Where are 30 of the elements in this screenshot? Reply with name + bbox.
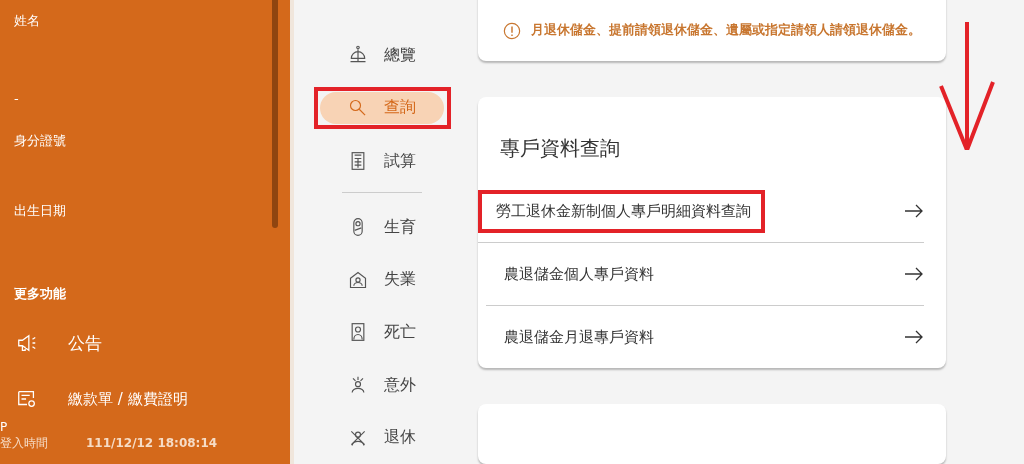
ip-label: P	[0, 420, 9, 434]
nav-item[interactable]: 死亡	[320, 316, 444, 349]
login-time: 111/12/12 18:08:14	[86, 436, 218, 450]
field-value: -	[14, 90, 20, 107]
receipt-icon	[16, 388, 38, 410]
arrow-right-icon	[904, 204, 924, 218]
nav-item[interactable]: 總覽	[320, 39, 444, 72]
nav-item[interactable]: 失業	[320, 263, 444, 296]
function-link[interactable]: 公告	[14, 332, 290, 354]
query-link[interactable]: 農退儲金月退專戶資料	[486, 306, 924, 368]
query-link[interactable]: 農退儲金個人專戶資料	[486, 243, 924, 306]
notice-text: 月退休儲金、提前請領退休儲金、遺屬或指定請領人請領退休儲金。	[531, 22, 921, 39]
section-title: 更多功能	[14, 285, 67, 302]
search-icon	[348, 97, 368, 118]
arrow-right-icon	[904, 330, 924, 344]
nav-item[interactable]: 意外	[320, 369, 444, 402]
nav-item[interactable]: 生育	[320, 211, 444, 244]
arrow-right-icon	[904, 267, 924, 281]
function-link[interactable]: 繳款單 / 繳費證明	[14, 388, 290, 410]
field-label: 身分證號	[14, 132, 67, 149]
field-label: 姓名	[14, 12, 41, 29]
house-person-icon	[348, 269, 368, 290]
nav-item[interactable]: 退休	[320, 421, 444, 454]
card-title: 專戶資料查詢	[500, 135, 621, 162]
login-time-label: 登入時間	[0, 436, 48, 450]
field-label: 出生日期	[14, 202, 67, 219]
info-icon	[503, 21, 521, 40]
query-link[interactable]: 勞工退休金新制個人專戶明細資料查詢	[478, 180, 924, 243]
megaphone-icon	[16, 332, 38, 354]
nav-item[interactable]: 試算	[320, 145, 444, 178]
